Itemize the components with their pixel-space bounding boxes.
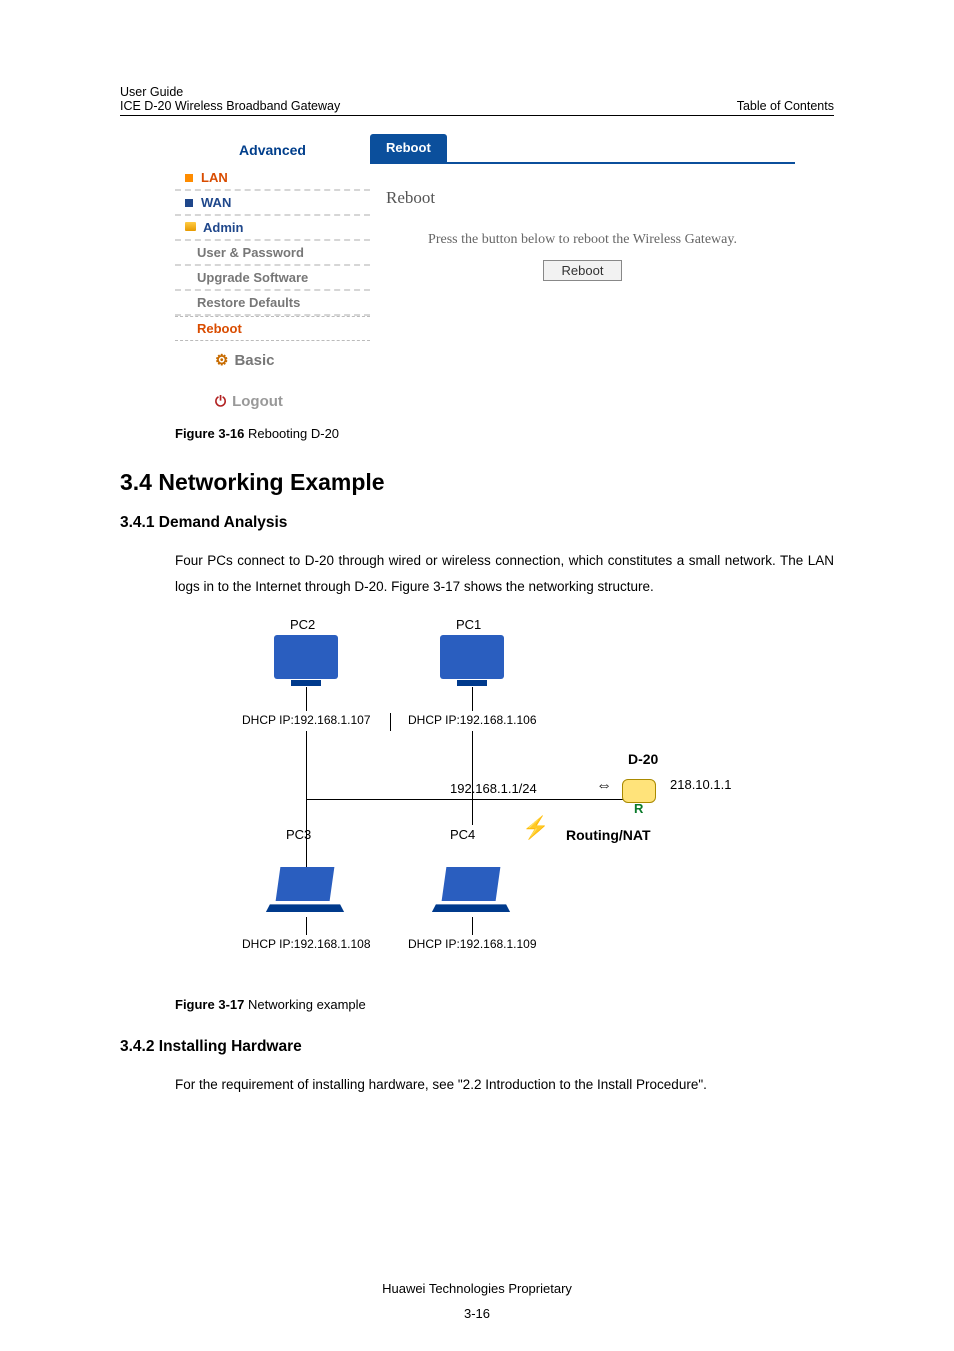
- label-dhcp1: DHCP IP:192.168.1.106: [408, 713, 537, 727]
- bullet-icon: [185, 199, 193, 207]
- network-diagram: PC2 PC1 DHCP IP:192.168.1.107 DHCP IP:19…: [250, 617, 770, 987]
- footer: Huawei Technologies Proprietary: [0, 1281, 954, 1296]
- content-pane: Reboot Reboot Press the button below to …: [370, 134, 795, 416]
- tab-reboot[interactable]: Reboot: [370, 134, 447, 162]
- pane-heading: Reboot: [386, 188, 785, 208]
- sidebar-item-wan[interactable]: WAN: [175, 191, 370, 216]
- heading-34: 3.4 Networking Example: [120, 469, 834, 496]
- figure-caption-317: Figure 3-17 Networking example: [175, 997, 834, 1012]
- double-arrow-icon: ⇔: [596, 777, 612, 795]
- folder-icon: [185, 222, 196, 231]
- gear-icon: ⚙: [215, 352, 228, 369]
- para-341: Four PCs connect to D-20 through wired o…: [175, 548, 834, 599]
- laptop-icon: [268, 867, 342, 917]
- monitor-icon: [274, 635, 338, 685]
- router-screenshot: Advanced LAN WAN Admin User & Password U…: [175, 134, 795, 416]
- page-number: 3-16: [0, 1306, 954, 1321]
- label-pc2: PC2: [290, 617, 315, 632]
- sidebar-item-reboot[interactable]: Reboot: [175, 316, 370, 341]
- label-dhcp3: DHCP IP:192.168.1.108: [242, 937, 371, 951]
- heading-341: 3.4.1 Demand Analysis: [120, 514, 834, 532]
- logout-icon: ⏻: [215, 393, 226, 409]
- figure-caption-316: Figure 3-16 Rebooting D-20: [175, 426, 834, 441]
- header-guide-2: ICE D-20 Wireless Broadband Gateway: [120, 99, 340, 113]
- label-pc1: PC1: [456, 617, 481, 632]
- label-dhcp4: DHCP IP:192.168.1.109: [408, 937, 537, 951]
- sidebar-item-lan[interactable]: LAN: [175, 166, 370, 191]
- reboot-button[interactable]: Reboot: [543, 260, 623, 281]
- label-pc3: PC3: [286, 827, 311, 842]
- label-d20: D-20: [628, 751, 658, 767]
- laptop-icon: [434, 867, 508, 917]
- header-guide-1: User Guide: [120, 85, 340, 99]
- bullet-icon: [185, 174, 193, 182]
- sidebar-item-logout[interactable]: ⏻Logout: [175, 375, 370, 416]
- sidebar-item-admin[interactable]: Admin: [175, 216, 370, 241]
- label-routing: Routing/NAT: [566, 827, 651, 843]
- sidebar-item-upgrade[interactable]: Upgrade Software: [175, 266, 370, 291]
- page-header: User Guide ICE D-20 Wireless Broadband G…: [120, 85, 834, 116]
- zigzag-icon: ⚡: [522, 815, 549, 841]
- header-right: Table of Contents: [737, 99, 834, 113]
- sidebar-item-basic[interactable]: ⚙Basic: [175, 341, 370, 375]
- heading-342: 3.4.2 Installing Hardware: [120, 1038, 834, 1056]
- label-pc4: PC4: [450, 827, 475, 842]
- label-dhcp2: DHCP IP:192.168.1.107: [242, 713, 371, 727]
- sidebar-item-restore[interactable]: Restore Defaults: [175, 291, 370, 316]
- monitor-icon: [440, 635, 504, 685]
- router-icon: R: [622, 779, 656, 811]
- pane-text: Press the button below to reboot the Wir…: [380, 230, 785, 250]
- sidebar-item-user-password[interactable]: User & Password: [175, 241, 370, 266]
- label-wan-ip: 218.10.1.1: [670, 777, 731, 792]
- para-342: For the requirement of installing hardwa…: [175, 1072, 834, 1098]
- tab-bar: Reboot: [370, 134, 795, 164]
- label-lan-ip: 192.168.1.1/24: [450, 781, 537, 796]
- sidebar-title: Advanced: [175, 134, 370, 166]
- sidebar: Advanced LAN WAN Admin User & Password U…: [175, 134, 370, 416]
